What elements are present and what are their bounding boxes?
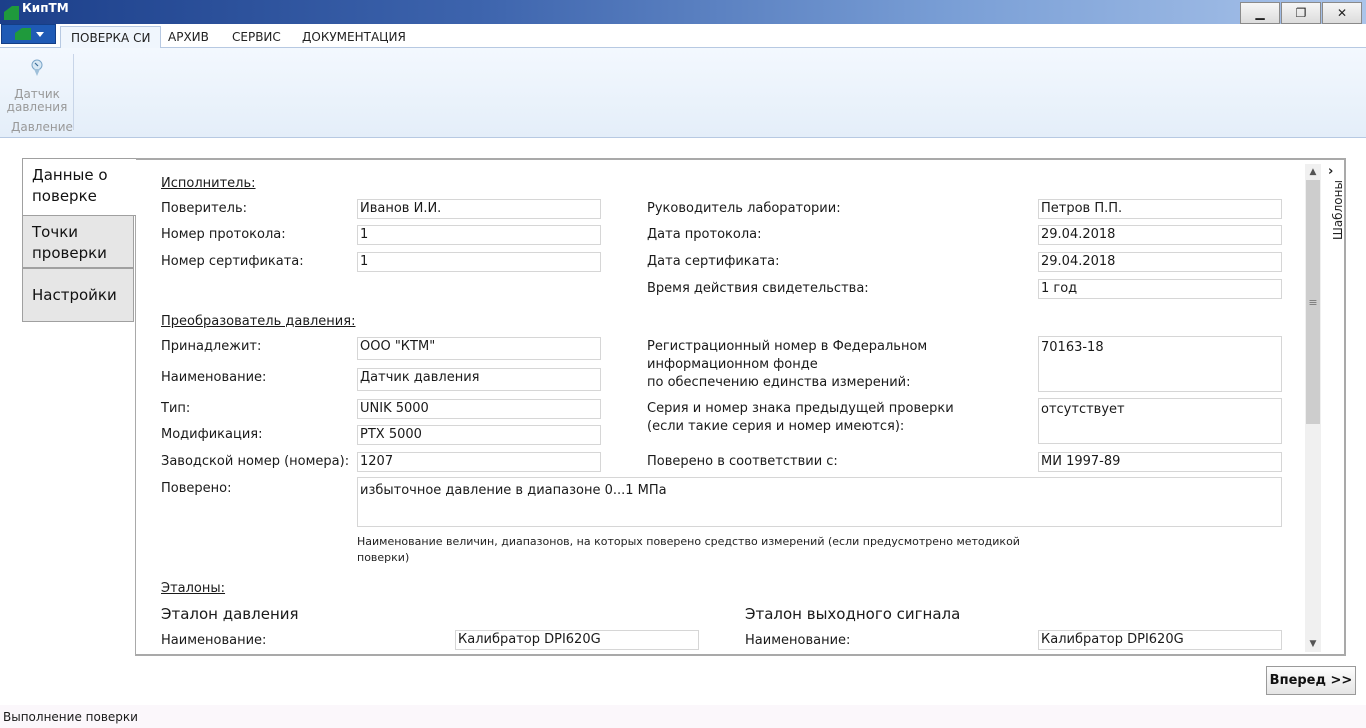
type-label: Тип:: [161, 401, 191, 416]
restore-icon: ❐: [1295, 6, 1307, 20]
protocol-date-label: Дата протокола:: [647, 227, 762, 242]
pressure-sensor-label: Датчик давления: [6, 87, 68, 114]
protocol-date-field[interactable]: 29.04.2018: [1038, 225, 1282, 245]
ribbon-tab-bar: ПОВЕРКА СИ АРХИВ СЕРВИС ДОКУМЕНТАЦИЯ: [0, 24, 1366, 49]
app-title: КипТМ: [22, 1, 69, 15]
prev-mark-label-line2: (если такие серия и номер имеются):: [647, 419, 905, 434]
scroll-up-arrow-icon[interactable]: ▲: [1305, 164, 1321, 180]
minimize-icon: ▁: [1255, 6, 1265, 20]
pressure-standard-title: Эталон давления: [161, 605, 299, 623]
owner-field[interactable]: ООО "КТМ": [357, 337, 601, 360]
modification-field[interactable]: PTX 5000: [357, 425, 601, 445]
certificate-number-label: Номер сертификата:: [161, 254, 304, 269]
close-icon: ✕: [1336, 6, 1348, 20]
ribbon-group-separator: [73, 54, 74, 130]
certificate-number-field[interactable]: 1: [357, 252, 601, 272]
certificate-date-field[interactable]: 29.04.2018: [1038, 252, 1282, 272]
app-menu-logo-icon: [14, 28, 31, 40]
reg-number-label-line2: информационном фонде: [647, 357, 818, 372]
tab-archive[interactable]: АРХИВ: [158, 26, 219, 48]
validity-field[interactable]: 1 год: [1038, 279, 1282, 299]
verified-textarea[interactable]: избыточное давление в диапазоне 0...1 МП…: [357, 477, 1282, 527]
verified-per-label: Поверено в соответствии с:: [647, 454, 838, 469]
scroll-down-arrow-icon[interactable]: ▼: [1305, 636, 1321, 652]
type-field[interactable]: UNIK 5000: [357, 399, 601, 419]
ribbon-group-label: Давление: [11, 120, 73, 134]
verifier-label: Поверитель:: [161, 201, 248, 216]
verified-label: Поверено:: [161, 481, 232, 496]
side-tab-settings[interactable]: Настройки: [22, 268, 134, 322]
chevron-right-icon[interactable]: ›: [1328, 164, 1333, 179]
tab-service[interactable]: СЕРВИС: [222, 26, 291, 48]
prev-mark-field[interactable]: отсутствует: [1038, 398, 1282, 444]
pressure-standard-name-field[interactable]: Калибратор DPI620G: [455, 630, 699, 650]
verified-per-field[interactable]: МИ 1997-89: [1038, 452, 1282, 472]
certificate-date-label: Дата сертификата:: [647, 254, 780, 269]
verified-hint-line2: поверки): [357, 551, 410, 564]
serial-number-label: Заводской номер (номера):: [161, 454, 350, 469]
scrollbar-thumb[interactable]: ≡: [1306, 180, 1320, 424]
executor-section-header: Исполнитель:: [161, 176, 256, 191]
grip-icon: ≡: [1308, 295, 1318, 309]
chevron-down-icon: [35, 31, 44, 37]
verification-data-panel: Исполнитель: Поверитель: Иванов И.И. Ном…: [135, 158, 1346, 656]
close-button[interactable]: ✕: [1322, 2, 1362, 24]
side-tab-verification-data[interactable]: Данные о поверке: [22, 158, 136, 216]
pressure-sensor-button[interactable]: Датчик давления: [6, 54, 68, 114]
tab-documentation[interactable]: ДОКУМЕНТАЦИЯ: [292, 26, 416, 48]
status-bar: Выполнение поверки: [0, 705, 1366, 728]
pressure-standard-name-label: Наименование:: [161, 633, 267, 648]
pressure-sensor-icon: [31, 59, 43, 76]
protocol-number-field[interactable]: 1: [357, 225, 601, 245]
side-tab-check-points[interactable]: Точки проверки: [22, 215, 134, 268]
serial-number-field[interactable]: 1207: [357, 452, 601, 472]
templates-label[interactable]: Шаблоны: [1331, 180, 1344, 240]
next-button[interactable]: Вперед >>: [1266, 666, 1356, 695]
reg-number-field[interactable]: 70163-18: [1038, 336, 1282, 392]
protocol-number-label: Номер протокола:: [161, 227, 286, 242]
output-standard-title: Эталон выходного сигнала: [745, 605, 961, 623]
modification-label: Модификация:: [161, 427, 263, 442]
output-standard-name-label: Наименование:: [745, 633, 851, 648]
validity-label: Время действия свидетельства:: [647, 281, 869, 296]
verified-hint-line1: Наименование величин, диапазонов, на кот…: [357, 535, 1020, 548]
reg-number-label-line3: по обеспечению единства измерений:: [647, 375, 911, 390]
output-standard-name-field[interactable]: Калибратор DPI620G: [1038, 630, 1282, 650]
templates-side-panel[interactable]: › Шаблоны: [1323, 160, 1344, 654]
standards-section-header: Эталоны:: [161, 581, 226, 596]
maximize-button[interactable]: ❐: [1281, 2, 1321, 24]
title-bar: КипТМ ▁ ❐ ✕: [0, 0, 1366, 24]
transducer-name-label: Наименование:: [161, 370, 267, 385]
vertical-scrollbar[interactable]: ▲ ≡ ▼: [1305, 164, 1321, 652]
verifier-field[interactable]: Иванов И.И.: [357, 199, 601, 219]
lab-head-field[interactable]: Петров П.П.: [1038, 199, 1282, 219]
status-text: Выполнение поверки: [3, 710, 138, 724]
app-logo-icon: [4, 6, 19, 20]
prev-mark-label-line1: Серия и номер знака предыдущей проверки: [647, 401, 954, 416]
transducer-section-header: Преобразователь давления:: [161, 314, 356, 329]
app-menu-button[interactable]: [1, 24, 56, 44]
lab-head-label: Руководитель лаборатории:: [647, 201, 841, 216]
ribbon-panel: Датчик давления Давление: [0, 48, 1366, 138]
reg-number-label-line1: Регистрационный номер в Федеральном: [647, 339, 928, 354]
owner-label: Принадлежит:: [161, 339, 262, 354]
tab-poverka-si[interactable]: ПОВЕРКА СИ: [60, 26, 162, 49]
transducer-name-field[interactable]: Датчик давления: [357, 368, 601, 391]
minimize-button[interactable]: ▁: [1240, 2, 1280, 24]
